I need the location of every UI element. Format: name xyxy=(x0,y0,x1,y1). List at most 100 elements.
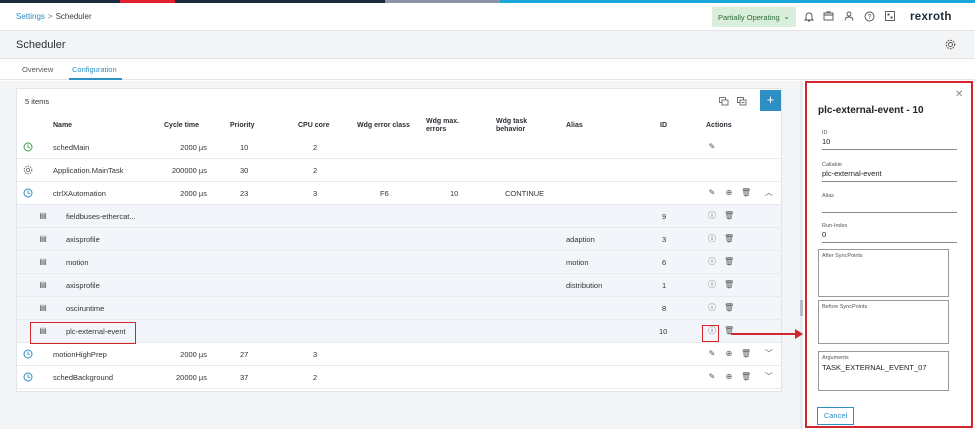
chevron-down-icon[interactable]: ﹀ xyxy=(764,372,774,382)
table-row[interactable]: ▤ axisprofile adaption 3 ⓘ 🗑 xyxy=(17,228,781,251)
paste-icon[interactable] xyxy=(737,97,747,107)
clock-icon xyxy=(23,372,33,382)
task-cpu-core: 2 xyxy=(313,373,318,382)
column-header-alias[interactable]: Alias xyxy=(566,122,583,130)
info-icon[interactable]: ⓘ xyxy=(707,280,717,290)
table-row[interactable]: schedBackground 20000 µs 37 2 ✎ ⊕ 🗑 ﹀ xyxy=(17,366,781,389)
info-icon[interactable]: ⓘ xyxy=(707,257,717,267)
run-index-field[interactable]: Run-Index 0 xyxy=(822,223,957,243)
clock-icon xyxy=(23,349,33,359)
after-syncpoints-textarea[interactable]: After SyncPoints xyxy=(818,249,949,297)
table-row[interactable]: ▤ fieldbuses-ethercat... 9 ⓘ 🗑 xyxy=(17,205,781,228)
task-cpu-core: 2 xyxy=(313,166,318,175)
trash-icon[interactable]: 🗑 xyxy=(724,303,734,313)
tab-bar: Overview Configuration xyxy=(0,60,975,80)
edit-icon[interactable]: ✎ xyxy=(707,142,717,152)
chevron-down-icon[interactable]: ﹀ xyxy=(764,349,774,359)
info-icon[interactable]: ⓘ xyxy=(707,211,717,221)
arguments-value: TASK_EXTERNAL_EVENT_07 xyxy=(822,363,927,372)
page-header: Scheduler xyxy=(0,31,975,59)
gear-icon[interactable] xyxy=(945,39,956,53)
clock-icon xyxy=(23,142,33,152)
callable-icon: ▤ xyxy=(39,303,47,312)
column-header-cpu-core[interactable]: CPU core xyxy=(298,122,330,130)
column-header-priority[interactable]: Priority xyxy=(230,122,255,130)
operating-status-dropdown[interactable]: Partially Operating ⌄ xyxy=(712,7,796,27)
add-circle-icon[interactable]: ⊕ xyxy=(724,188,734,198)
callable-icon: ▤ xyxy=(39,234,47,243)
package-icon[interactable] xyxy=(823,11,834,22)
operating-status-label: Partially Operating xyxy=(718,13,780,22)
trash-icon[interactable]: 🗑 xyxy=(741,372,751,382)
column-header-wdg-task-behavior[interactable]: Wdg task behavior xyxy=(496,118,538,134)
copy-icon[interactable] xyxy=(719,97,729,107)
arguments-textarea[interactable]: Arguments TASK_EXTERNAL_EVENT_07 xyxy=(818,351,949,391)
task-name: schedMain xyxy=(53,143,90,152)
column-header-wdg-error-class[interactable]: Wdg error class xyxy=(357,122,410,130)
user-icon[interactable] xyxy=(843,11,854,22)
before-syncpoints-textarea[interactable]: Before SyncPoints xyxy=(818,300,949,344)
id-field[interactable]: ID 10 xyxy=(822,130,957,150)
trash-icon[interactable]: 🗑 xyxy=(724,234,734,244)
column-header-wdg-max-errors[interactable]: Wdg max. errors xyxy=(426,118,468,134)
gear-icon xyxy=(23,165,33,175)
cancel-button[interactable]: Cancel xyxy=(817,407,854,425)
tab-overview[interactable]: Overview xyxy=(22,65,53,74)
callable-id: 6 xyxy=(662,258,667,267)
column-header-name[interactable]: Name xyxy=(53,122,72,130)
callable-name: axisprofile xyxy=(66,235,100,244)
help-icon[interactable]: ? xyxy=(864,11,875,22)
column-header-id[interactable]: ID xyxy=(660,122,667,130)
chevron-up-icon[interactable]: ︿ xyxy=(764,188,774,198)
breadcrumb-separator: > xyxy=(47,12,53,21)
field-underline xyxy=(822,181,957,182)
close-icon[interactable]: ✕ xyxy=(955,89,963,100)
callable-name: axisprofile xyxy=(66,281,100,290)
add-circle-icon[interactable]: ⊕ xyxy=(724,372,734,382)
table-row[interactable]: ▤ osciruntime 8 ⓘ 🗑 xyxy=(17,297,781,320)
add-task-button[interactable]: + xyxy=(760,90,781,111)
callable-id: 10 xyxy=(659,327,668,336)
task-priority: 37 xyxy=(240,373,249,382)
trash-icon[interactable]: 🗑 xyxy=(724,211,734,221)
field-underline xyxy=(822,212,957,213)
trash-icon[interactable]: 🗑 xyxy=(724,257,734,267)
field-underline xyxy=(822,149,957,150)
tab-configuration[interactable]: Configuration xyxy=(72,65,117,74)
breadcrumb-settings-link[interactable]: Settings xyxy=(16,12,45,21)
info-icon[interactable]: ⓘ xyxy=(707,303,717,313)
add-circle-icon[interactable]: ⊕ xyxy=(724,349,734,359)
panel-divider[interactable] xyxy=(800,81,803,429)
task-cycle-time: 2000 µs xyxy=(180,143,207,152)
task-wdg-error-class: F6 xyxy=(380,189,389,198)
trash-icon[interactable]: 🗑 xyxy=(724,280,734,290)
info-icon[interactable]: ⓘ xyxy=(707,234,717,244)
resize-handle[interactable] xyxy=(800,300,803,316)
task-priority: 30 xyxy=(240,166,249,175)
edit-icon[interactable]: ✎ xyxy=(707,188,717,198)
trash-icon[interactable]: 🗑 xyxy=(741,188,751,198)
page-title: Scheduler xyxy=(16,39,66,51)
table-row[interactable]: motionHighPrep 2000 µs 27 3 ✎ ⊕ 🗑 ﹀ xyxy=(17,343,781,366)
field-underline xyxy=(822,242,957,243)
callable-alias: distribution xyxy=(566,281,603,290)
callable-field[interactable]: Callable plc-external-event xyxy=(822,162,957,182)
table-row[interactable]: ▤ axisprofile distribution 1 ⓘ 🗑 xyxy=(17,274,781,297)
task-cycle-time: 200000 µs xyxy=(171,166,207,175)
highlight-plc-external-event-row xyxy=(30,322,136,344)
table-row[interactable]: schedMain 2000 µs 10 2 ✎ xyxy=(17,136,781,159)
edit-icon[interactable]: ✎ xyxy=(707,372,717,382)
edit-icon[interactable]: ✎ xyxy=(707,349,717,359)
trash-icon[interactable]: 🗑 xyxy=(741,349,751,359)
rexroth-logo: rexroth xyxy=(910,11,952,23)
alias-field[interactable]: Alias xyxy=(822,193,957,213)
before-syncpoints-label: Before SyncPoints xyxy=(822,304,868,310)
qr-icon[interactable] xyxy=(884,11,895,22)
breadcrumb: Settings > Scheduler xyxy=(16,12,92,21)
table-row[interactable]: ▤ motion motion 6 ⓘ 🗑 xyxy=(17,251,781,274)
table-row[interactable]: ctrlXAutomation 2000 µs 23 3 F6 10 CONTI… xyxy=(17,182,781,205)
column-header-cycle-time[interactable]: Cycle time xyxy=(164,122,199,130)
bell-icon[interactable] xyxy=(803,11,814,22)
table-row[interactable]: Application.MainTask 200000 µs 30 2 xyxy=(17,159,781,182)
column-header-actions: Actions xyxy=(706,122,732,129)
